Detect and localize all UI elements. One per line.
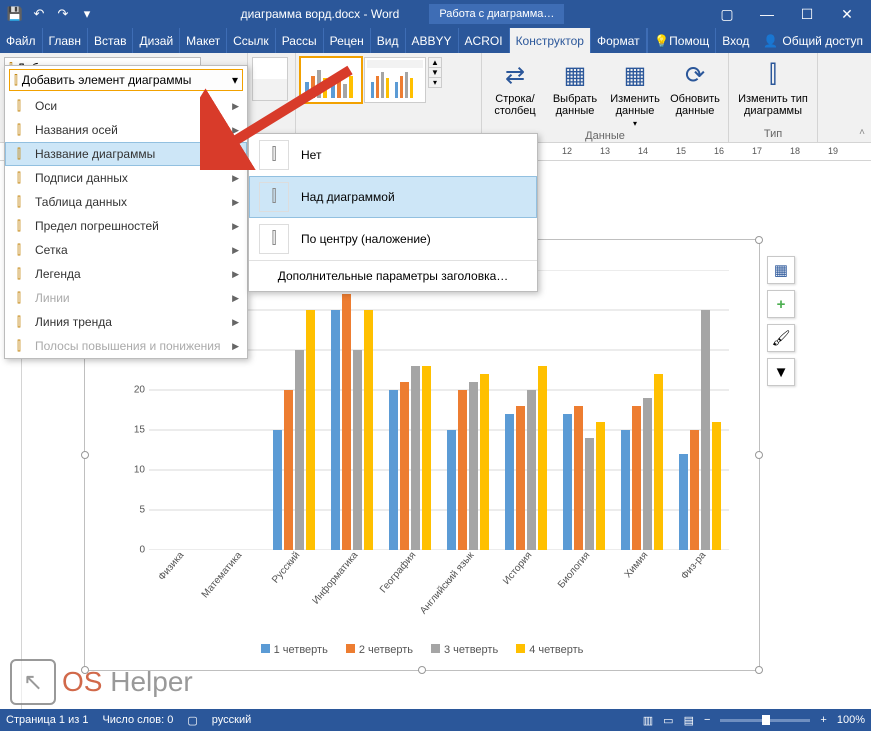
zoom-level[interactable]: 100% bbox=[837, 714, 865, 726]
chart-elements-button[interactable]: ▦ bbox=[767, 256, 795, 284]
menu-item[interactable]: ⫿Подписи данных▶ bbox=[5, 166, 247, 190]
tab-home[interactable]: Главн bbox=[43, 28, 89, 53]
statusbar: Страница 1 из 1 Число слов: 0 ▢ русский … bbox=[0, 709, 871, 731]
context-tab-label: Работа с диаграмма… bbox=[429, 4, 564, 24]
menu-item[interactable]: ⫿Название диаграммы▶ bbox=[5, 142, 247, 166]
sign-in[interactable]: Вход bbox=[715, 28, 755, 53]
share-button[interactable]: 👤 Общий доступ bbox=[755, 28, 871, 53]
tab-mailings[interactable]: Рассы bbox=[276, 28, 324, 53]
view-print-icon[interactable]: ▭ bbox=[663, 714, 673, 727]
style-scroll-down[interactable]: ▼ bbox=[429, 67, 441, 77]
save-icon[interactable]: 💾 bbox=[4, 3, 26, 25]
zoom-out-icon[interactable]: − bbox=[704, 714, 710, 726]
watermark: ↖ OS Helper bbox=[10, 659, 193, 705]
style-scroll-up[interactable]: ▲ bbox=[429, 58, 441, 67]
tab-abbyy[interactable]: ABBYY bbox=[406, 28, 459, 53]
zoom-slider[interactable] bbox=[720, 719, 810, 722]
menu-item[interactable]: ⫿Линия тренда▶ bbox=[5, 310, 247, 334]
tab-design[interactable]: Дизай bbox=[133, 28, 180, 53]
submenu-item[interactable]: ⫿По центру (наложение) bbox=[249, 218, 537, 260]
refresh-data-button[interactable]: ⟳Обновить данные bbox=[666, 57, 724, 119]
chart-filter-button[interactable]: ▼ bbox=[767, 358, 795, 386]
submenu-item[interactable]: ⫿Нет bbox=[249, 134, 537, 176]
qat-more-icon[interactable]: ▾ bbox=[76, 3, 98, 25]
submenu-item[interactable]: ⫿Над диаграммой bbox=[249, 176, 537, 218]
more-title-options[interactable]: Дополнительные параметры заголовка… bbox=[249, 260, 537, 291]
menu-item[interactable]: ⫿Оси▶ bbox=[5, 94, 247, 118]
add-chart-element-button-open[interactable]: ⫿Добавить элемент диаграммы▾ bbox=[9, 69, 243, 91]
maximize-icon[interactable]: ☐ bbox=[787, 0, 827, 28]
zoom-in-icon[interactable]: + bbox=[820, 714, 826, 726]
menu-item[interactable]: ⫿Предел погрешностей▶ bbox=[5, 214, 247, 238]
menu-item: ⫿Полосы повышения и понижения▶ bbox=[5, 334, 247, 358]
tab-file[interactable]: Файл bbox=[0, 28, 43, 53]
minimize-icon[interactable]: — bbox=[747, 0, 787, 28]
ribbon-options-icon[interactable]: ▢ bbox=[707, 0, 747, 28]
change-chart-type-button[interactable]: ⫿Изменить тип диаграммы bbox=[733, 57, 813, 119]
close-icon[interactable]: ✕ bbox=[827, 0, 867, 28]
chart-style-2[interactable] bbox=[364, 57, 426, 103]
cursor-icon: ↖ bbox=[10, 659, 56, 705]
group-label-type: Тип bbox=[733, 128, 813, 140]
word-count[interactable]: Число слов: 0 bbox=[102, 714, 173, 726]
undo-icon[interactable]: ↶ bbox=[28, 3, 50, 25]
edit-data-button[interactable]: ▦Изменить данные▾ bbox=[606, 57, 664, 130]
tab-review[interactable]: Рецен bbox=[324, 28, 371, 53]
menu-item[interactable]: ⫿Таблица данных▶ bbox=[5, 190, 247, 214]
add-element-menu: ⫿Добавить элемент диаграммы▾ ⫿Оси▶⫿Назва… bbox=[4, 65, 248, 359]
document-title: диаграмма ворд.docx - Word bbox=[241, 7, 400, 21]
tab-references[interactable]: Ссылк bbox=[227, 28, 276, 53]
collapse-ribbon-icon[interactable]: ˄ bbox=[853, 53, 871, 142]
ribbon-tabs: Файл Главн Встав Дизай Макет Ссылк Рассы… bbox=[0, 28, 871, 53]
view-web-icon[interactable]: ▤ bbox=[684, 714, 694, 727]
redo-icon[interactable]: ↷ bbox=[52, 3, 74, 25]
chart-legend[interactable]: 1 четверть2 четверть3 четверть4 четверть bbox=[85, 644, 759, 656]
tab-view[interactable]: Вид bbox=[371, 28, 406, 53]
page-indicator[interactable]: Страница 1 из 1 bbox=[6, 714, 88, 726]
chart-styles-button[interactable]: 🖌 bbox=[767, 324, 795, 352]
menu-item[interactable]: ⫿Названия осей▶ bbox=[5, 118, 247, 142]
menu-item[interactable]: ⫿Сетка▶ bbox=[5, 238, 247, 262]
tab-format[interactable]: Формат bbox=[591, 28, 647, 53]
tell-me[interactable]: 💡 Помощ bbox=[647, 28, 715, 53]
proofing-icon[interactable]: ▢ bbox=[187, 714, 197, 727]
select-data-button[interactable]: ▦Выбрать данные bbox=[546, 57, 604, 119]
switch-row-col-button[interactable]: ⇄Строка/столбец bbox=[486, 57, 544, 119]
menu-item: ⫿Линии▶ bbox=[5, 286, 247, 310]
style-gallery-more[interactable]: ▾ bbox=[429, 77, 441, 87]
language-indicator[interactable]: русский bbox=[212, 714, 251, 726]
tab-design-chart[interactable]: Конструктор bbox=[510, 28, 591, 53]
chart-style-1[interactable] bbox=[300, 57, 362, 103]
titlebar: 💾 ↶ ↷ ▾ диаграмма ворд.docx - Word Работ… bbox=[0, 0, 871, 28]
tab-insert[interactable]: Встав bbox=[88, 28, 133, 53]
menu-item[interactable]: ⫿Легенда▶ bbox=[5, 262, 247, 286]
chart-title-submenu: ⫿Нет⫿Над диаграммой⫿По центру (наложение… bbox=[248, 133, 538, 292]
change-colors-button[interactable] bbox=[252, 57, 288, 101]
tab-acrobat[interactable]: ACROI bbox=[459, 28, 510, 53]
view-read-icon[interactable]: ▥ bbox=[643, 714, 653, 727]
tab-layout[interactable]: Макет bbox=[180, 28, 227, 53]
chart-add-icon[interactable]: + bbox=[767, 290, 795, 318]
